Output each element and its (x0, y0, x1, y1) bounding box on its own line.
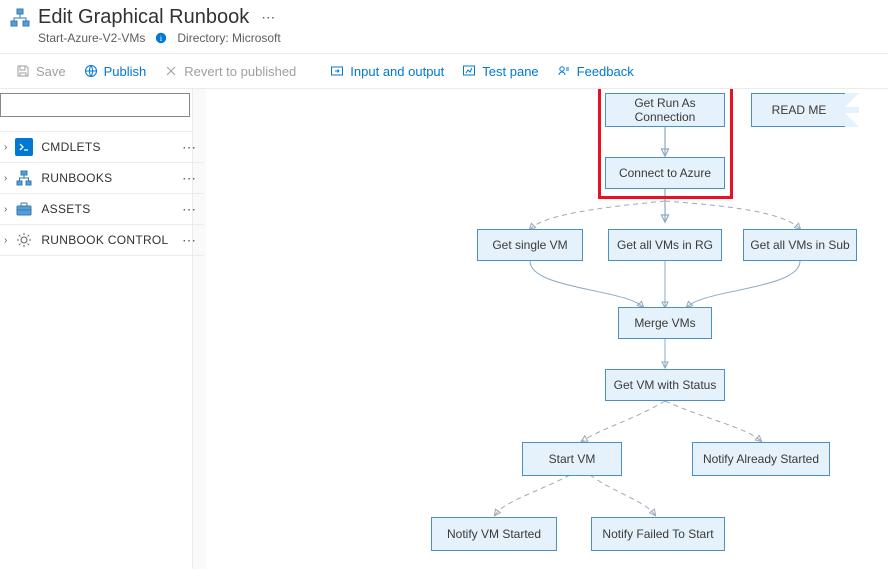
runbook-name-link[interactable]: Start-Azure-V2-VMs (38, 31, 145, 45)
sidebar-item-runbooks[interactable]: › RUNBOOKS ⋯ (0, 163, 204, 194)
input-output-icon (330, 64, 344, 78)
publish-button[interactable]: Publish (76, 60, 155, 83)
assets-icon (15, 200, 33, 218)
node-connect-azure[interactable]: Connect to Azure (605, 157, 725, 189)
library-search-input[interactable] (0, 93, 190, 117)
node-get-single-vm[interactable]: Get single VM (477, 229, 583, 261)
revert-button[interactable]: Revert to published (156, 60, 304, 83)
feedback-button[interactable]: Feedback (549, 60, 642, 83)
input-output-button[interactable]: Input and output (322, 60, 452, 83)
info-icon: i (155, 32, 167, 44)
node-readme[interactable]: READ ME (751, 93, 859, 127)
cmdlets-icon (15, 138, 33, 156)
chevron-right-icon: › (4, 173, 7, 184)
test-pane-button[interactable]: Test pane (454, 60, 546, 83)
node-merge-vms[interactable]: Merge VMs (618, 307, 712, 339)
chevron-right-icon: › (4, 235, 7, 246)
page-title: Edit Graphical Runbook (38, 6, 249, 29)
runbooks-icon (15, 169, 33, 187)
directory-label: Directory: Microsoft (177, 31, 280, 45)
node-get-vm-status[interactable]: Get VM with Status (605, 369, 725, 401)
item-more-icon[interactable]: ⋯ (182, 232, 196, 249)
test-pane-icon (462, 64, 476, 78)
node-start-vm[interactable]: Start VM (522, 442, 622, 476)
sidebar-item-label: ASSETS (41, 202, 90, 216)
sidebar-item-runbook-control[interactable]: › RUNBOOK CONTROL ⋯ (0, 225, 204, 256)
more-actions[interactable]: ⋯ (257, 9, 279, 26)
node-notify-already[interactable]: Notify Already Started (692, 442, 830, 476)
node-get-all-sub[interactable]: Get all VMs in Sub (743, 229, 857, 261)
toolbar: Save Publish Revert to published Input a… (0, 53, 888, 89)
chevron-right-icon: › (4, 204, 7, 215)
item-more-icon[interactable]: ⋯ (182, 139, 196, 156)
library-sidebar: › CMDLETS ⋯ › RUNBOOKS ⋯ › AS (0, 89, 205, 569)
node-get-all-rg[interactable]: Get all VMs in RG (608, 229, 722, 261)
item-more-icon[interactable]: ⋯ (182, 201, 196, 218)
sidebar-item-label: RUNBOOKS (41, 171, 112, 185)
feedback-icon (557, 64, 571, 78)
sidebar-item-label: CMDLETS (41, 140, 100, 154)
publish-icon (84, 64, 98, 78)
workflow-canvas[interactable]: Get Run As Connection Connect to Azure R… (205, 89, 888, 569)
workflow-edges (205, 89, 888, 569)
sidebar-item-assets[interactable]: › ASSETS ⋯ (0, 194, 204, 225)
save-icon (16, 64, 30, 78)
sidebar-item-cmdlets[interactable]: › CMDLETS ⋯ (0, 132, 204, 163)
item-more-icon[interactable]: ⋯ (182, 170, 196, 187)
save-button[interactable]: Save (8, 60, 74, 83)
chevron-right-icon: › (4, 142, 7, 153)
node-notify-started[interactable]: Notify VM Started (431, 517, 557, 551)
node-notify-failed[interactable]: Notify Failed To Start (591, 517, 725, 551)
revert-icon (164, 64, 178, 78)
gear-icon (15, 231, 33, 249)
sidebar-item-label: RUNBOOK CONTROL (41, 233, 168, 247)
runbook-icon (10, 8, 30, 28)
node-get-run-as[interactable]: Get Run As Connection (605, 93, 725, 127)
